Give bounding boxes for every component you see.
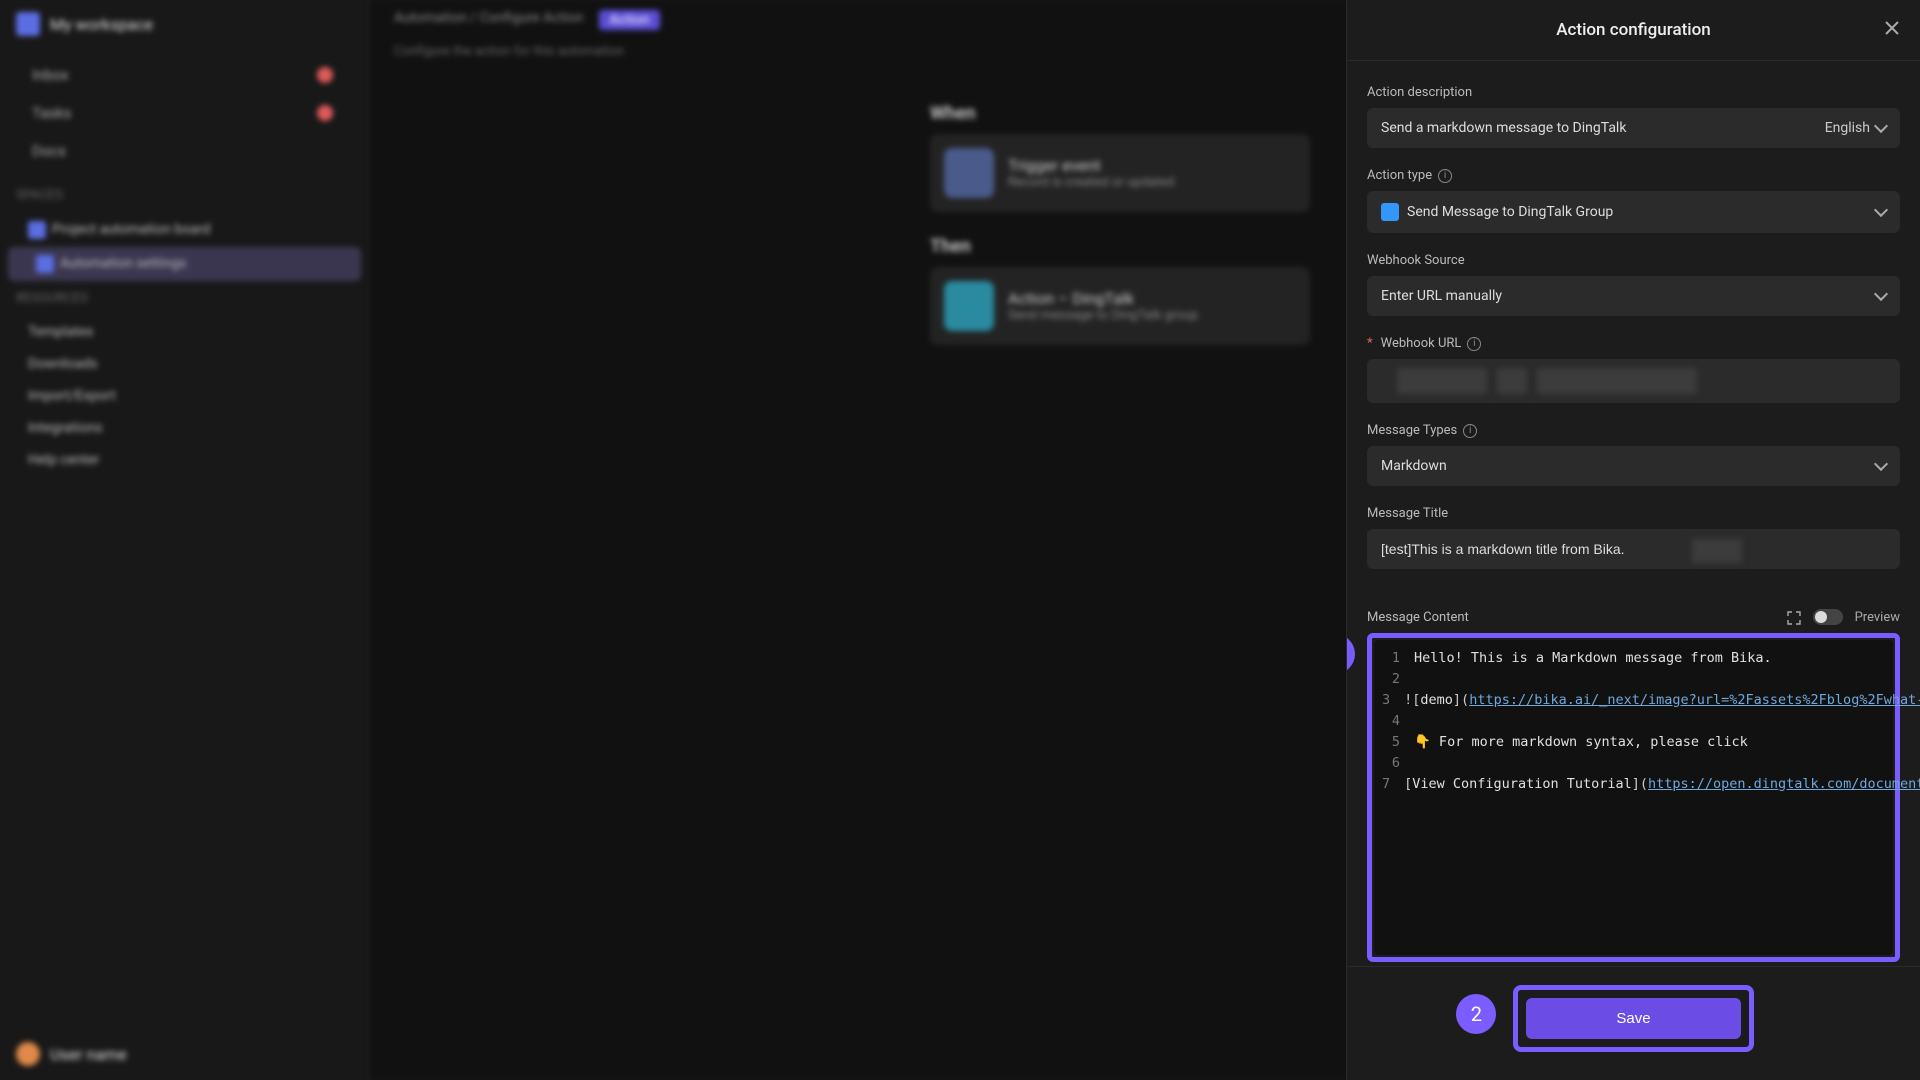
res-item[interactable]: Integrations bbox=[0, 412, 369, 444]
chevron-down-icon bbox=[1874, 119, 1888, 133]
user-menu[interactable]: User name bbox=[0, 1028, 369, 1080]
msg-title-label: Message Title bbox=[1367, 506, 1900, 521]
action-type-select[interactable]: Send Message to DingTalk Group bbox=[1367, 191, 1900, 233]
res-item[interactable]: Templates bbox=[0, 316, 369, 348]
tree-item[interactable]: Project automation board bbox=[0, 213, 369, 247]
panel-body: Action description Send a markdown messa… bbox=[1347, 61, 1920, 966]
panel-title: Action configuration bbox=[1556, 20, 1710, 40]
lang-label: English bbox=[1825, 120, 1870, 136]
message-title-input[interactable] bbox=[1367, 529, 1900, 569]
action-icon bbox=[944, 281, 994, 331]
workspace-switcher[interactable]: My workspace bbox=[0, 0, 369, 48]
panel-footer: 2 Save bbox=[1347, 966, 1920, 1080]
chevron-down-icon bbox=[1874, 457, 1888, 471]
trigger-card[interactable]: Trigger event Record is created or updat… bbox=[930, 134, 1310, 212]
preview-label: Preview bbox=[1855, 610, 1900, 625]
doc-icon bbox=[28, 221, 46, 239]
msg-types-label: Message Types i bbox=[1367, 423, 1900, 438]
message-type-select[interactable]: Markdown bbox=[1367, 446, 1900, 486]
redacted-chunk bbox=[1692, 539, 1742, 563]
sidebar: My workspace Inbox Tasks Docs Spaces Pro… bbox=[0, 0, 370, 1080]
webhook-url-input[interactable] bbox=[1367, 359, 1900, 403]
webhook-source-select[interactable]: Enter URL manually bbox=[1367, 276, 1900, 316]
action-pill: Action bbox=[599, 10, 659, 30]
save-highlight: 2 Save bbox=[1513, 985, 1753, 1052]
nav-tasks[interactable]: Tasks bbox=[16, 94, 353, 132]
webhook-source-label: Webhook Source bbox=[1367, 253, 1900, 268]
doc-icon bbox=[36, 255, 54, 273]
info-icon[interactable]: i bbox=[1463, 424, 1477, 438]
dingtalk-icon bbox=[1381, 203, 1399, 221]
nav-inbox[interactable]: Inbox bbox=[16, 56, 353, 94]
preview-toggle[interactable] bbox=[1813, 609, 1843, 625]
workspace-icon bbox=[16, 12, 40, 36]
message-content-editor[interactable]: 1Hello! This is a Markdown message from … bbox=[1374, 640, 1893, 955]
panel-header: Action configuration bbox=[1347, 0, 1920, 61]
user-name: User name bbox=[50, 1045, 127, 1064]
info-icon[interactable]: i bbox=[1467, 337, 1481, 351]
save-button[interactable]: Save bbox=[1526, 998, 1740, 1039]
description-field[interactable]: Send a markdown message to DingTalk Engl… bbox=[1367, 108, 1900, 148]
type-label: Action type i bbox=[1367, 168, 1900, 183]
breadcrumb: Automation / Configure Action bbox=[394, 10, 583, 30]
expand-icon[interactable] bbox=[1787, 610, 1801, 624]
nav-docs[interactable]: Docs bbox=[16, 132, 353, 170]
webhook-url-label: *Webhook URL i bbox=[1367, 336, 1900, 351]
res-item[interactable]: Help center bbox=[0, 444, 369, 476]
step-badge-2: 2 bbox=[1456, 994, 1496, 1034]
workspace-name: My workspace bbox=[50, 15, 153, 34]
section-spaces: Spaces bbox=[0, 178, 369, 213]
desc-label: Action description bbox=[1367, 85, 1900, 100]
tree-item-active[interactable]: Automation settings bbox=[8, 247, 361, 281]
avatar bbox=[16, 1042, 40, 1066]
res-item[interactable]: Downloads bbox=[0, 348, 369, 380]
info-icon[interactable]: i bbox=[1438, 169, 1452, 183]
badge-icon bbox=[317, 67, 333, 83]
msg-content-label: Message Content bbox=[1367, 610, 1469, 625]
section-resources: Resources bbox=[0, 281, 369, 316]
chevron-down-icon bbox=[1874, 203, 1888, 217]
message-content-highlight: 1 1Hello! This is a Markdown message fro… bbox=[1367, 633, 1900, 962]
badge-icon bbox=[317, 105, 333, 121]
action-card[interactable]: Action – DingTalk Send message to DingTa… bbox=[930, 267, 1310, 345]
trigger-icon bbox=[944, 148, 994, 198]
close-button[interactable] bbox=[1882, 18, 1902, 38]
action-config-panel: Action configuration Action description … bbox=[1346, 0, 1920, 1080]
chevron-down-icon bbox=[1874, 287, 1888, 301]
res-item[interactable]: Import/Export bbox=[0, 380, 369, 412]
step-badge-1: 1 bbox=[1347, 634, 1355, 674]
